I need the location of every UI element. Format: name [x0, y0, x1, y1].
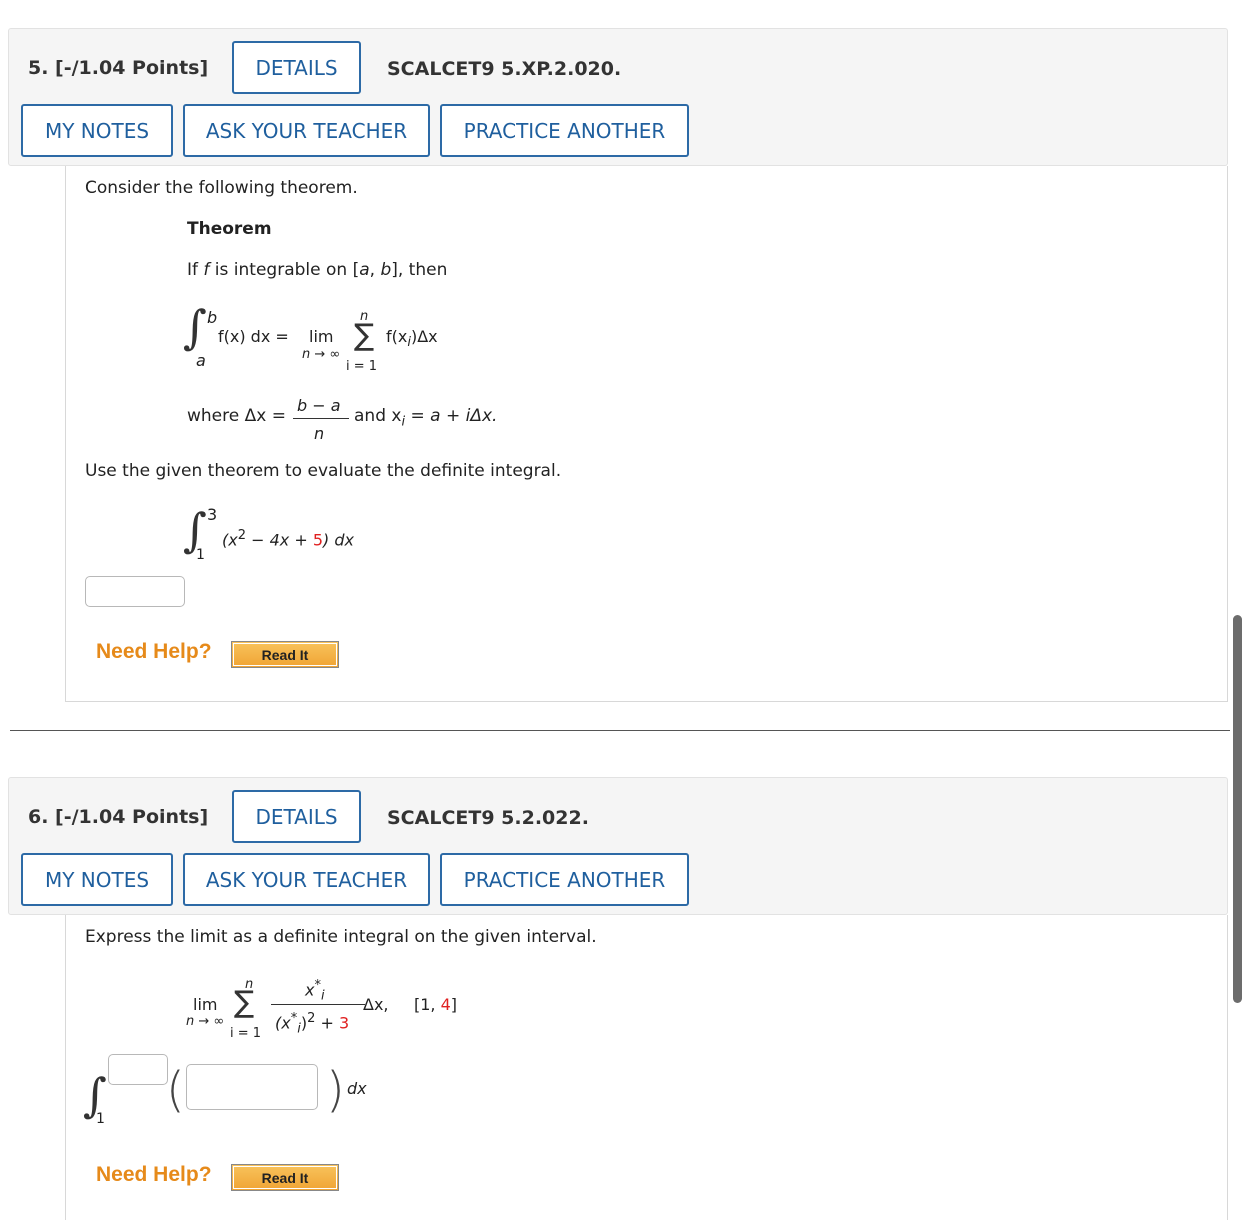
q6-lim: lim	[193, 995, 218, 1014]
q6-delta-x: Δx,	[363, 995, 389, 1014]
q5-theorem-lim-sub: n → ∞	[302, 347, 341, 362]
q5-practice-another-button[interactable]: PRACTICE ANOTHER	[440, 104, 689, 157]
q5-theorem-lower-limit: a	[196, 351, 206, 370]
q5-answer-input[interactable]	[85, 576, 185, 607]
q5-theorem-integrand: f(x) dx =	[218, 327, 289, 346]
q6-my-notes-button[interactable]: MY NOTES	[21, 853, 173, 906]
left-paren: (	[166, 1062, 185, 1118]
q6-practice-another-button[interactable]: PRACTICE ANOTHER	[440, 853, 689, 906]
right-paren: )	[326, 1062, 345, 1118]
q6-intro: Express the limit as a definite integral…	[85, 927, 597, 947]
q5-intro: Consider the following theorem.	[85, 178, 358, 198]
q5-need-help: Need Help?	[96, 640, 212, 663]
question-divider	[10, 730, 1230, 731]
q5-theorem-upper-limit: b	[207, 308, 218, 327]
q6-frac-den: (x*i)2 + 3	[275, 1011, 350, 1037]
q5-theorem-sum-bottom: i = 1	[346, 359, 378, 374]
q6-ask-teacher-button[interactable]: ASK YOUR TEACHER	[183, 853, 430, 906]
q5-and-xi: and xi = a + iΔx.	[354, 406, 498, 430]
q5-eval-lower: 1	[196, 547, 205, 563]
q5-theorem-lim: lim	[309, 327, 334, 346]
vertical-scrollbar[interactable]	[1233, 615, 1242, 1003]
q6-points: 6. [-/1.04 Points]	[28, 806, 209, 828]
q6-int-lower: 1	[96, 1111, 105, 1127]
q5-theorem-sum-top: n	[360, 309, 369, 324]
q5-theorem-sum-body: f(xi)Δx	[386, 327, 438, 351]
q5-where: where Δx =	[187, 406, 286, 426]
q6-frac-line	[271, 1004, 365, 1005]
q6-frac-num: x*i	[305, 978, 325, 1004]
q5-frac-num: b − a	[297, 396, 341, 415]
q6-integrand-input[interactable]	[186, 1064, 318, 1110]
q5-body	[65, 166, 1228, 702]
q6-need-help: Need Help?	[96, 1163, 212, 1186]
integral-sign: ∫	[183, 300, 207, 354]
q5-frac-line	[293, 418, 349, 419]
q6-header: 6. [-/1.04 Points] DETAILS SCALCET9 5.2.…	[8, 777, 1228, 915]
q5-read-it-button[interactable]: Read It	[231, 641, 339, 668]
q5-frac-den: n	[314, 424, 325, 443]
q6-problem-code: SCALCET9 5.2.022.	[387, 807, 589, 829]
q6-read-it-button[interactable]: Read It	[231, 1164, 339, 1191]
q6-details-button[interactable]: DETAILS	[232, 790, 361, 843]
q5-problem-code: SCALCET9 5.XP.2.020.	[387, 58, 622, 80]
q5-my-notes-button[interactable]: MY NOTES	[21, 104, 173, 157]
q5-details-button[interactable]: DETAILS	[232, 41, 361, 94]
q5-instruction: Use the given theorem to evaluate the de…	[85, 461, 562, 481]
q6-sum-top: n	[245, 977, 254, 992]
q5-eval-upper: 3	[207, 505, 218, 524]
q5-theorem-title: Theorem	[187, 219, 272, 239]
q5-points: 5. [-/1.04 Points]	[28, 57, 209, 79]
q5-eval-expression: (x2 − 4x + 5) dx	[222, 528, 354, 550]
q5-ask-teacher-button[interactable]: ASK YOUR TEACHER	[183, 104, 430, 157]
q6-upper-limit-input[interactable]	[108, 1054, 168, 1085]
q6-interval: [1, 4]	[414, 995, 458, 1014]
q5-header: 5. [-/1.04 Points] DETAILS SCALCET9 5.XP…	[8, 28, 1228, 166]
q6-lim-sub: n → ∞	[186, 1014, 225, 1029]
q6-sum-bottom: i = 1	[230, 1026, 262, 1041]
q6-int-dx: dx	[347, 1079, 367, 1098]
q5-theorem-statement: If f is integrable on [a, b], then	[187, 260, 448, 280]
